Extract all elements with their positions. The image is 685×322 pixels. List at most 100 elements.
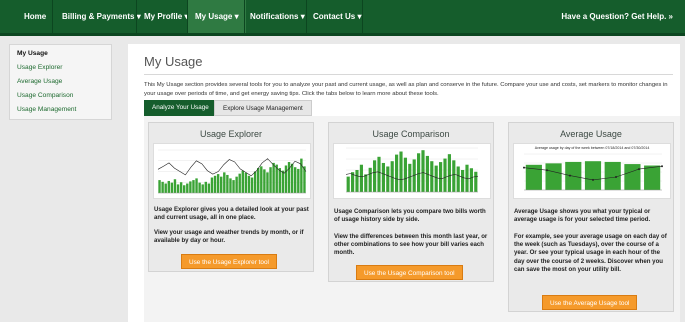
card-details: View your usage and weather trends by mo… xyxy=(154,229,304,245)
chevron-down-icon: ▾ xyxy=(234,12,239,21)
thumbnail-bar xyxy=(359,164,363,192)
title-divider xyxy=(144,74,673,75)
thumbnail-bar xyxy=(183,185,186,193)
thumbnail-bar xyxy=(373,160,377,192)
sidebar-item-average-usage[interactable]: Average Usage xyxy=(17,78,62,85)
tab-analyze-your-usage[interactable]: Analyze Your Usage xyxy=(144,100,217,116)
thumbnail-bar xyxy=(241,170,244,193)
card-description: Usage Comparison lets you compare two bi… xyxy=(334,208,486,224)
thumbnail-point xyxy=(615,176,617,179)
card-title: Usage Explorer xyxy=(199,129,263,139)
thumbnail-bar xyxy=(220,176,223,193)
thumbnail-bar xyxy=(158,180,161,193)
thumbnail-bar xyxy=(368,167,372,192)
thumbnail-bar xyxy=(164,183,167,193)
nav-divider xyxy=(136,0,137,33)
average-usage-button[interactable]: Use the Average Usage tool xyxy=(542,295,638,310)
usage-comparison-card: Usage Comparison Usage Comparison lets y… xyxy=(328,122,494,282)
sidebar: My Usage Usage Explorer Average Usage Us… xyxy=(9,44,112,120)
thumbnail-bar xyxy=(195,178,198,193)
usage-comparison-thumbnail xyxy=(333,143,491,199)
thumbnail-bar xyxy=(439,162,443,192)
thumbnail-bar xyxy=(408,163,412,192)
card-description: Usage Explorer gives you a detailed look… xyxy=(154,206,309,222)
thumbnail-bar xyxy=(294,167,297,193)
thumbnail-bar xyxy=(281,170,285,193)
thumbnail-bar xyxy=(272,162,275,193)
thumbnail-bar xyxy=(447,154,451,192)
thumbnail-bar xyxy=(469,168,473,192)
thumbnail-bar xyxy=(198,182,201,193)
average-usage-chart xyxy=(523,153,663,191)
thumbnail-bar xyxy=(381,162,385,192)
thumbnail-bar xyxy=(624,164,641,190)
thumbnail-bar xyxy=(238,173,241,193)
thumbnail-bar xyxy=(452,160,456,192)
thumbnail-bar xyxy=(260,166,263,193)
thumbnail-bar xyxy=(474,171,478,192)
usage-explorer-button[interactable]: Use the Usage Explorer tool xyxy=(181,254,277,269)
chevron-down-icon: ▾ xyxy=(300,12,305,21)
thumbnail-bar xyxy=(223,172,226,193)
thumbnail-bar xyxy=(351,172,355,192)
thumbnail-bar xyxy=(434,165,438,192)
chevron-down-icon: ▾ xyxy=(357,12,362,21)
thumbnail-bar xyxy=(176,184,180,193)
nav-profile[interactable]: My Profile ▾ xyxy=(144,0,188,33)
intro-text: This My Usage section provides several t… xyxy=(144,82,668,97)
thumbnail-bar xyxy=(403,157,407,192)
card-description: Average Usage shows you what your typica… xyxy=(514,208,651,224)
thumbnail-point xyxy=(638,168,640,171)
nav-billing[interactable]: Billing & Payments ▾ xyxy=(62,0,141,33)
thumbnail-bar xyxy=(266,172,269,193)
nav-home[interactable]: Home xyxy=(24,0,46,33)
thumbnail-bar xyxy=(207,183,211,193)
thumbnail-bar xyxy=(226,174,229,193)
thumbnail-bar xyxy=(244,172,248,193)
thumbnail-bar xyxy=(395,154,399,192)
thumbnail-bar xyxy=(456,166,460,192)
nav-notifications[interactable]: Notifications ▾ xyxy=(250,0,305,33)
thumbnail-bar xyxy=(173,179,177,193)
sidebar-item-usage-management[interactable]: Usage Management xyxy=(17,106,76,113)
thumbnail-bar xyxy=(186,183,189,193)
get-help-link[interactable]: Have a Question? Get Help. » xyxy=(561,0,673,33)
sidebar-item-usage-comparison[interactable]: Usage Comparison xyxy=(17,92,73,99)
thumbnail-bar xyxy=(290,163,294,193)
main-content: My Usage This My Usage section provides … xyxy=(128,44,680,322)
thumbnail-bar xyxy=(417,153,421,192)
thumbnail-bar xyxy=(644,165,661,190)
thumbnail-bar xyxy=(386,166,390,192)
thumbnail-bar xyxy=(399,151,403,192)
thumbnail-bar xyxy=(232,180,235,193)
nav-divider xyxy=(244,0,245,33)
thumbnail-line xyxy=(157,158,307,177)
tab-explore-usage-management[interactable]: Explore Usage Management xyxy=(214,100,312,116)
usage-explorer-thumbnail xyxy=(153,143,311,199)
sidebar-item-my-usage[interactable]: My Usage xyxy=(17,50,48,57)
thumbnail-bar xyxy=(204,181,207,193)
thumbnail-bar xyxy=(250,177,254,193)
thumbnail-bar xyxy=(235,176,238,193)
card-details: For example, see your average usage on e… xyxy=(514,233,667,273)
nav-divider xyxy=(362,0,363,33)
nav-divider xyxy=(306,0,307,33)
average-usage-card: Average Usage Average usage by day of th… xyxy=(508,122,674,312)
thumbnail-bar xyxy=(421,150,425,192)
thumbnail-bar xyxy=(257,168,260,193)
usage-comparison-chart xyxy=(345,147,479,193)
sidebar-item-usage-explorer[interactable]: Usage Explorer xyxy=(17,64,62,71)
thumbnail-point xyxy=(546,169,548,172)
thumbnail-bar xyxy=(253,171,257,193)
nav-contact[interactable]: Contact Us ▾ xyxy=(313,0,361,33)
usage-comparison-button[interactable]: Use the Usage Comparison tool xyxy=(356,265,463,280)
thumbnail-bar xyxy=(213,175,217,193)
card-title: Average Usage xyxy=(560,129,622,139)
thumbnail-bar xyxy=(161,181,164,193)
thumbnail-bar xyxy=(364,174,368,192)
chevron-down-icon: ▾ xyxy=(136,12,141,21)
thumbnail-point xyxy=(592,178,594,181)
thumbnail-bar xyxy=(355,170,359,192)
card-title: Usage Comparison xyxy=(372,129,450,139)
nav-usage[interactable]: My Usage ▾ xyxy=(188,0,246,33)
